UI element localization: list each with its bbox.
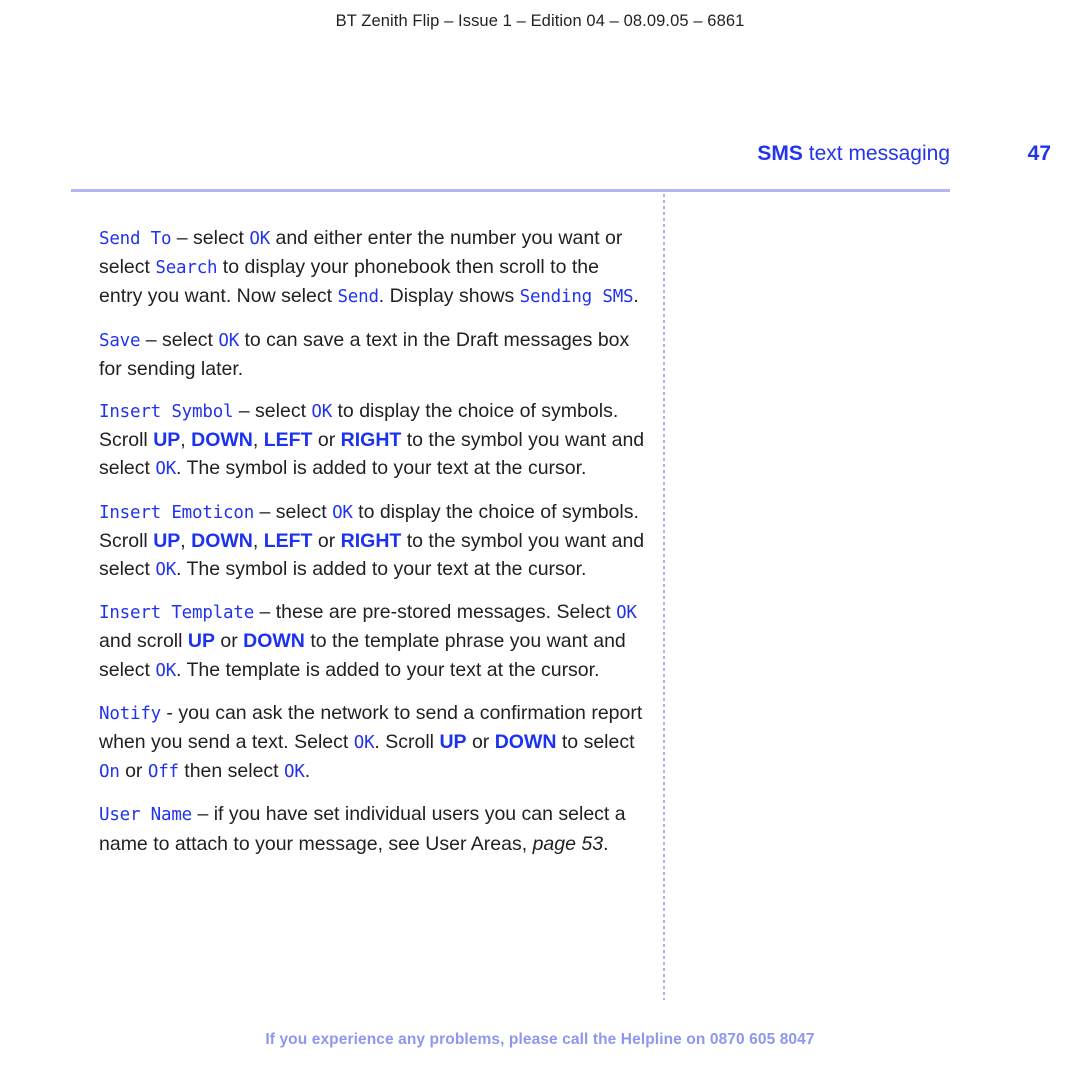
- body-text: – select: [140, 328, 219, 351]
- paragraph-notify: Notify - you can ask the network to send…: [99, 699, 647, 787]
- hardkey-label: UP: [153, 429, 181, 452]
- paragraph-send-to: Send To – select OK and either enter the…: [99, 224, 647, 312]
- chapter-title-strong: SMS: [757, 142, 803, 165]
- menu-item-text: On: [99, 762, 120, 783]
- footer-phone-number: 0870 605 8047: [709, 1031, 815, 1048]
- menu-item-text: OK: [155, 560, 177, 581]
- hardkey-label: LEFT: [263, 429, 313, 452]
- hardkey-label: UP: [153, 529, 181, 552]
- paragraph-save: Save – select OK to can save a text in t…: [99, 326, 647, 383]
- paragraph-insert-symbol: Insert Symbol – select OK to display the…: [99, 397, 647, 484]
- menu-item-text: OK: [353, 733, 375, 754]
- chapter-title-rest: text messaging: [802, 142, 950, 165]
- menu-item-text: OK: [332, 502, 353, 523]
- menu-item-text: OK: [311, 402, 333, 423]
- paragraph-user-name: User Name – if you have set individual u…: [99, 800, 647, 857]
- menu-item-text: OK: [155, 459, 177, 480]
- chapter-title: SMS text messaging: [757, 142, 950, 166]
- hardkey-label: LEFT: [263, 529, 313, 552]
- hardkey-label: UP: [187, 630, 215, 653]
- menu-item-text: Notify: [99, 703, 162, 724]
- menu-item-text: Save: [99, 330, 141, 351]
- page-header: SMS text messaging 47: [0, 142, 1080, 174]
- body-text: ,: [180, 529, 192, 552]
- header-rule: [71, 189, 950, 192]
- body-text: or: [466, 731, 495, 754]
- menu-item-text: OK: [616, 603, 637, 624]
- menu-item-text: Sending SMS: [519, 287, 634, 308]
- body-text: .: [304, 760, 311, 783]
- body-text: – these are pre-stored messages. Select: [254, 601, 617, 624]
- menu-item-text: Search: [155, 258, 218, 279]
- menu-item-text: Send: [337, 287, 379, 308]
- body-text: . Display shows: [378, 285, 520, 308]
- page-number: 47: [1027, 142, 1051, 165]
- body-text: or: [312, 429, 341, 452]
- body-text: ,: [252, 529, 264, 552]
- menu-item-text: OK: [284, 762, 305, 783]
- hardkey-label: RIGHT: [340, 429, 402, 452]
- body-text: .: [633, 285, 639, 308]
- hardkey-label: DOWN: [191, 429, 253, 452]
- manual-page: { "running_head": "BT Zenith Flip – Issu…: [0, 0, 1080, 1068]
- body-text: ,: [252, 429, 264, 452]
- body-text: . Scroll: [374, 731, 440, 754]
- menu-item-text: OK: [249, 229, 271, 249]
- menu-item-text: Insert Template: [99, 603, 255, 624]
- footer-text: If you experience any problems, please c…: [265, 1031, 710, 1048]
- body-text: and scroll: [99, 630, 188, 653]
- menu-item-text: User Name: [99, 805, 193, 826]
- menu-item-text: OK: [155, 660, 177, 681]
- paragraph-insert-emoticon: Insert Emoticon – select OK to display t…: [99, 498, 647, 585]
- column-divider-rule: [663, 194, 665, 1000]
- body-text: to select: [556, 731, 635, 754]
- body-text: or: [119, 760, 148, 783]
- menu-item-text: Insert Symbol: [99, 402, 234, 423]
- hardkey-label: UP: [439, 731, 467, 754]
- menu-item-text: Off: [147, 762, 179, 783]
- menu-item-text: Insert Emoticon: [99, 502, 255, 523]
- body-text: . The template is added to your text at …: [176, 658, 600, 681]
- body-text: ,: [180, 429, 192, 452]
- body-text: .: [603, 832, 609, 855]
- body-text: or: [214, 630, 244, 653]
- running-head: BT Zenith Flip – Issue 1 – Edition 04 – …: [335, 12, 745, 30]
- body-text: . The symbol is added to your text at th…: [176, 457, 587, 480]
- body-text: – select: [254, 500, 333, 523]
- menu-item-text: Send To: [99, 229, 172, 249]
- hardkey-label: DOWN: [191, 529, 253, 552]
- body-text: – select: [171, 227, 250, 249]
- body-text: . The symbol is added to your text at th…: [176, 558, 587, 581]
- body-text: then select: [178, 760, 285, 783]
- hardkey-label: RIGHT: [340, 529, 402, 552]
- hardkey-label: DOWN: [243, 630, 305, 653]
- body-text: or: [312, 529, 341, 552]
- hardkey-label: DOWN: [494, 731, 557, 754]
- body-text: – select: [233, 400, 312, 423]
- menu-item-text: OK: [218, 330, 240, 351]
- cross-reference: page 53: [532, 832, 604, 855]
- footer-helpline: If you experience any problems, please c…: [0, 1031, 1080, 1049]
- paragraph-insert-template: Insert Template – these are pre-stored m…: [99, 598, 647, 685]
- body-text-column: Send To – select OK and either enter the…: [99, 224, 647, 858]
